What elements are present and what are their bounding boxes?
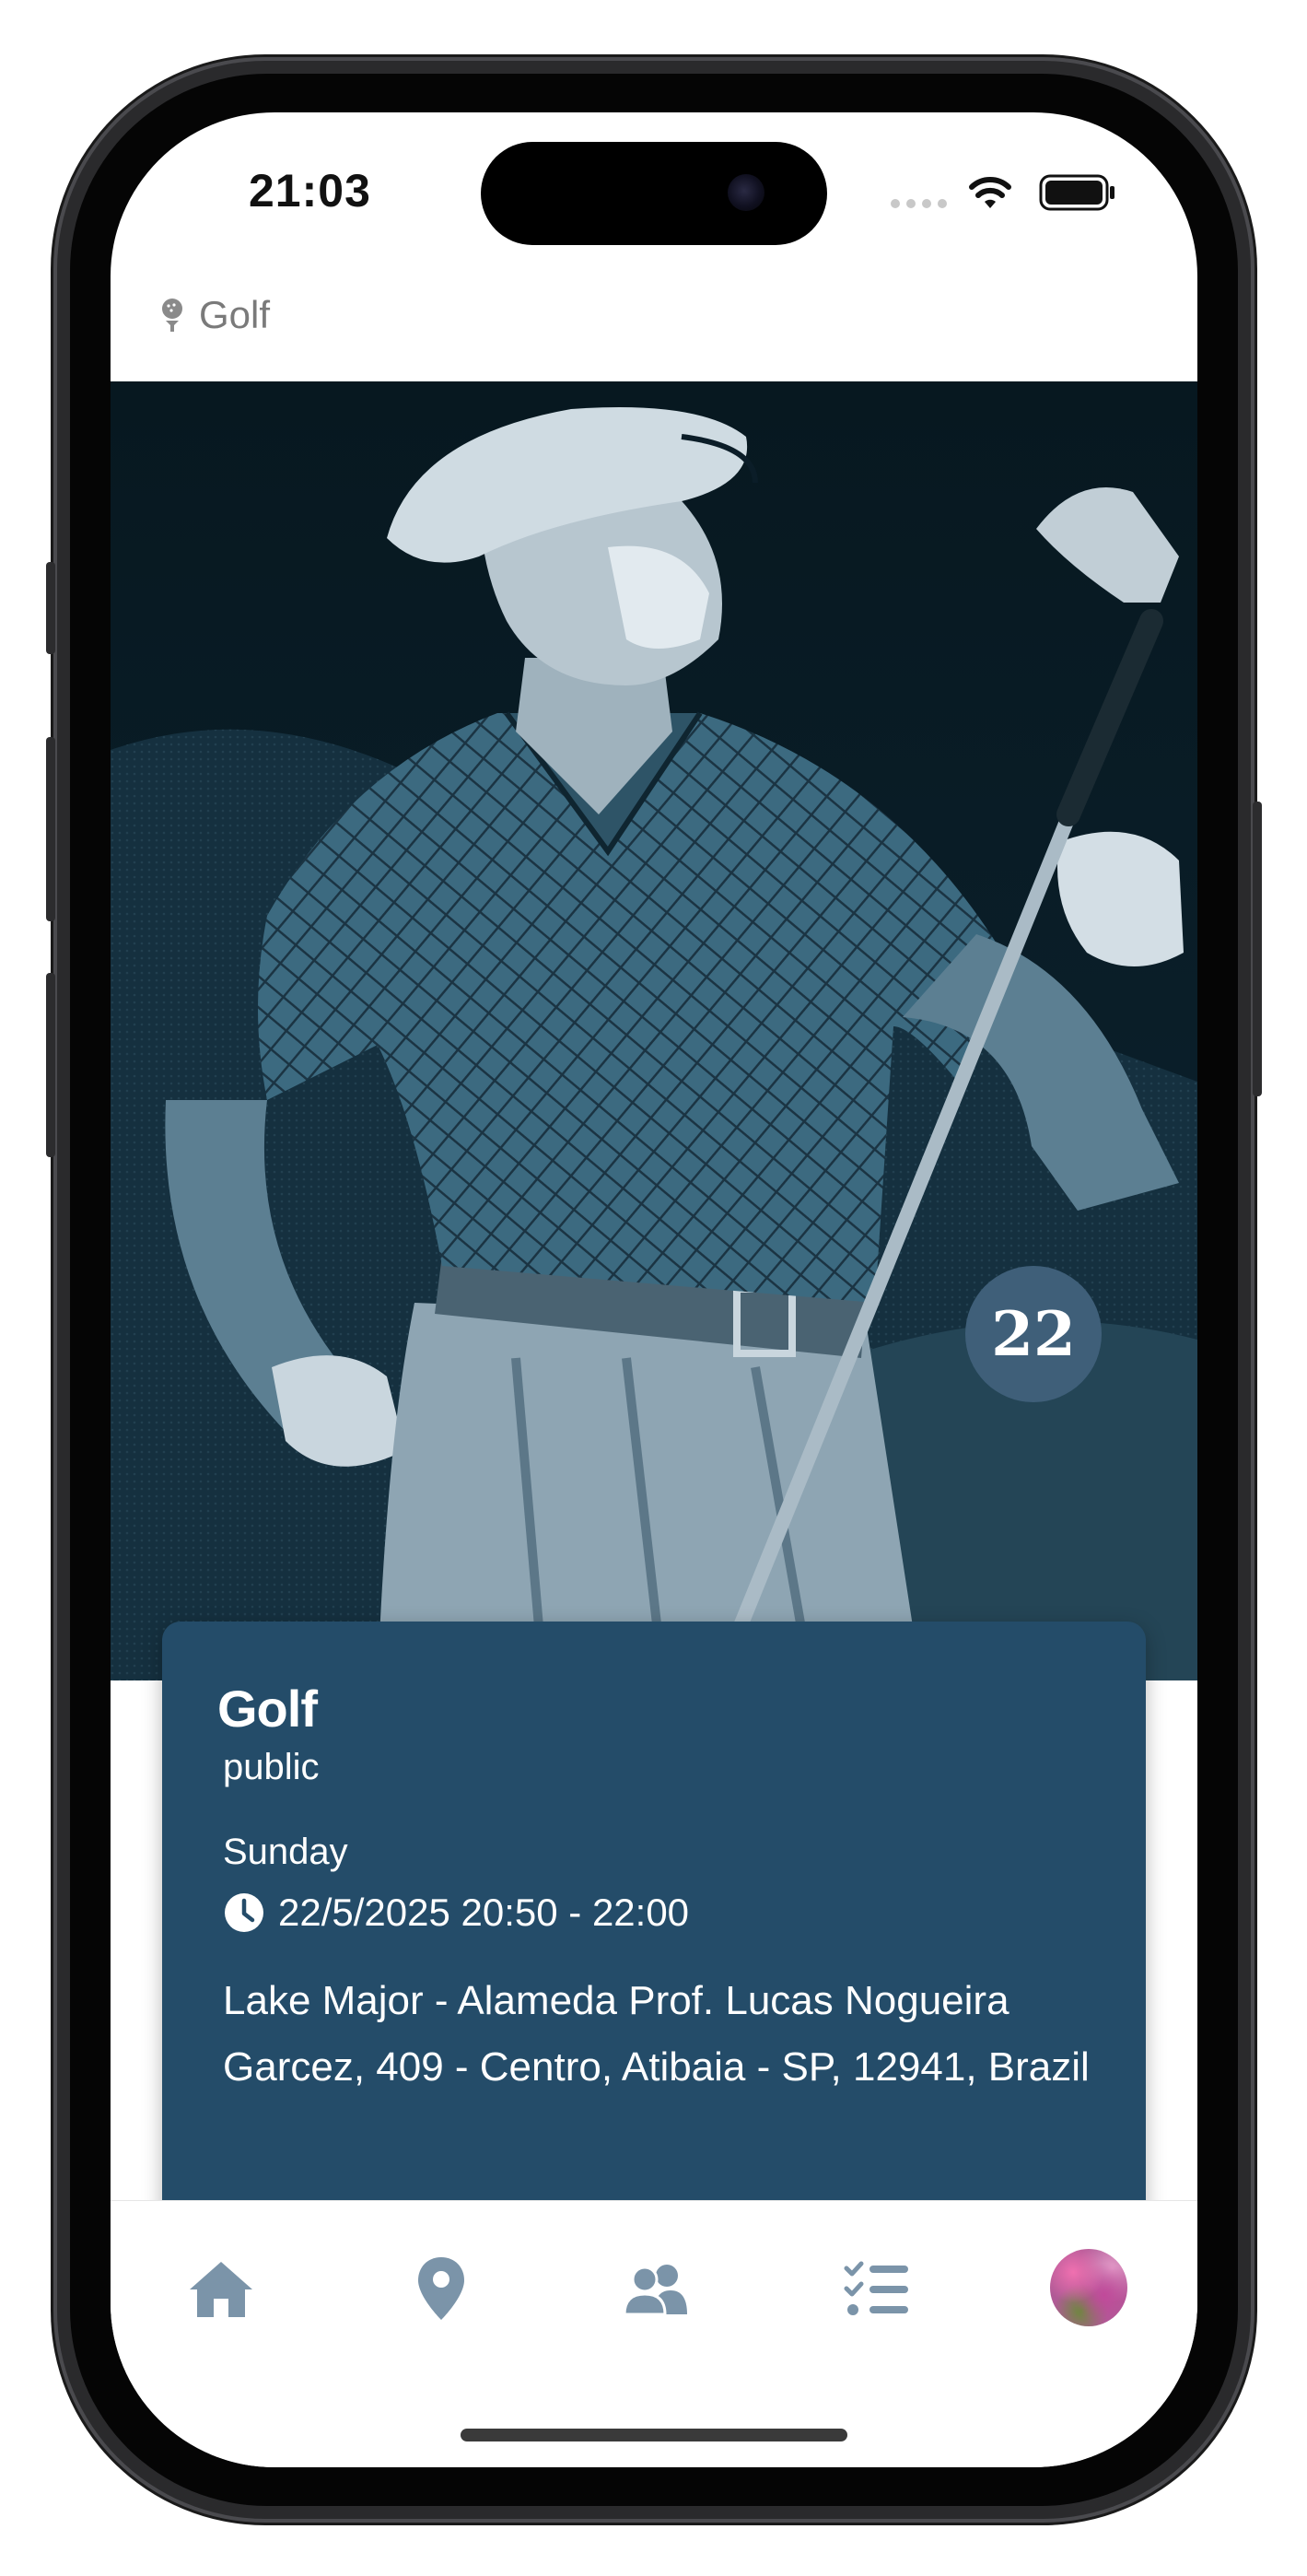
- status-time: 21:03: [249, 165, 371, 217]
- event-hero-image: [111, 381, 1197, 1680]
- tab-location[interactable]: [400, 2247, 483, 2330]
- clock-icon: [225, 1893, 263, 1932]
- checklist-icon: [844, 2261, 908, 2315]
- event-datetime: 22/5/2025 20:50 - 22:00: [278, 1891, 690, 1934]
- event-address: Lake Major - Alameda Prof. Lucas Nogueir…: [223, 1978, 1090, 2090]
- tab-tasks[interactable]: [835, 2247, 918, 2330]
- volume-down-button: [46, 973, 55, 1157]
- battery-icon: [1039, 174, 1114, 211]
- event-card[interactable]: Golf public Sunday 22/5/2025 20:50 - 22:…: [162, 1622, 1146, 2220]
- event-time-row: 22/5/2025 20:50 - 22:00: [223, 1891, 689, 1935]
- breadcrumb-label: Golf: [199, 293, 271, 336]
- event-title: Golf: [217, 1680, 318, 1738]
- tab-home[interactable]: [180, 2247, 263, 2330]
- home-icon: [190, 2262, 252, 2317]
- golf-ball-tee-icon: [162, 299, 182, 332]
- event-visibility: public: [223, 1747, 320, 1787]
- users-icon: [623, 2265, 687, 2316]
- wifi-icon: [969, 177, 1011, 208]
- home-indicator[interactable]: [461, 2429, 847, 2441]
- volume-up-button: [46, 737, 55, 921]
- cellular-signal-icon: [891, 199, 947, 208]
- avatar[interactable]: [1050, 2249, 1127, 2326]
- event-day: Sunday: [223, 1832, 348, 1872]
- golfer-illustration: [111, 381, 1197, 1680]
- map-pin-icon: [418, 2257, 464, 2320]
- screen: 21:03 Golf 22 Golf public Sunday 22/5/20…: [111, 112, 1197, 2467]
- front-camera: [728, 174, 764, 211]
- power-button: [1253, 802, 1262, 1096]
- breadcrumb[interactable]: Golf: [158, 289, 270, 341]
- date-badge: 22: [965, 1266, 1102, 1402]
- bottom-tab-bar: [111, 2200, 1197, 2467]
- tab-people[interactable]: [614, 2247, 697, 2330]
- dynamic-island: [481, 142, 827, 245]
- action-button: [46, 562, 55, 654]
